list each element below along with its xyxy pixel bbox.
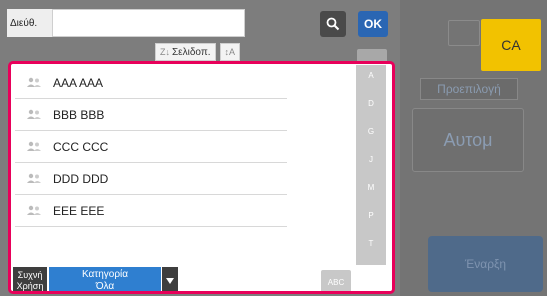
sort-az-icon: Z↓ [160, 47, 170, 57]
sort-alpha-icon: ↕A [224, 47, 236, 57]
chevron-down-icon [166, 277, 174, 284]
index-letter-d[interactable]: D [356, 99, 386, 108]
sort-alpha-button[interactable]: ↕A [219, 43, 241, 61]
group-icon [27, 173, 41, 183]
ok-button[interactable]: OK [358, 11, 388, 37]
frequent-use-button[interactable]: Συχνή Χρήση [13, 267, 47, 291]
index-letter-a[interactable]: A [356, 71, 386, 80]
background-auto-button: Αυτομ [412, 108, 524, 172]
background-tab: Προεπιλογή [420, 78, 518, 100]
abc-button[interactable]: ABC [321, 270, 351, 291]
contact-name: CCC CCC [53, 139, 109, 154]
address-label: Διεύθ. [7, 9, 52, 37]
search-icon [326, 17, 340, 31]
list-item[interactable]: AAA AAA [15, 67, 287, 99]
background-ghost-button [448, 20, 480, 46]
frequent-use-label-1: Συχνή [17, 269, 43, 280]
list-item[interactable]: BBB BBB [15, 99, 287, 131]
contact-name: BBB BBB [53, 107, 105, 122]
contact-name: EEE EEE [53, 203, 105, 218]
group-icon [27, 109, 41, 119]
contact-list: AAA AAA BBB BBB CCC CCC DDD DDD EEE EEE [15, 67, 287, 227]
search-button[interactable] [320, 11, 346, 37]
alphabet-index-bar[interactable]: A D G J M P T W [356, 65, 386, 274]
group-icon [27, 141, 41, 151]
sort-page-label: Σελιδοπ. [172, 46, 211, 58]
list-item[interactable]: EEE EEE [15, 195, 287, 227]
category-value: Όλα [95, 280, 115, 292]
list-item[interactable]: CCC CCC [15, 131, 287, 163]
category-dropdown-button[interactable] [162, 267, 178, 291]
scroll-tab [357, 49, 387, 61]
bottom-toolbar: Συχνή Χρήση Κατηγορία Όλα ABC [11, 267, 392, 292]
index-letter-g[interactable]: G [356, 127, 386, 136]
contact-name: DDD DDD [53, 171, 109, 186]
contact-name: AAA AAA [53, 75, 104, 90]
index-letter-m[interactable]: M [356, 183, 386, 192]
sort-page-button[interactable]: Z↓ Σελιδοπ. [155, 43, 216, 61]
group-icon [27, 205, 41, 215]
index-letter-j[interactable]: J [356, 155, 386, 164]
ca-button[interactable]: CA [481, 19, 541, 71]
sort-controls: Z↓ Σελιδοπ. ↕A [155, 43, 241, 61]
list-item[interactable]: DDD DDD [15, 163, 287, 195]
category-button[interactable]: Κατηγορία Όλα [49, 267, 161, 292]
background-start-button: Έναρξη [428, 236, 543, 292]
frequent-use-label-2: Χρήση [16, 280, 44, 291]
index-letter-p[interactable]: P [356, 211, 386, 220]
group-icon [27, 77, 41, 87]
address-input[interactable] [52, 9, 245, 37]
category-label: Κατηγορία [81, 268, 129, 280]
address-book-panel: AAA AAA BBB BBB CCC CCC DDD DDD EEE EEE … [8, 61, 395, 294]
index-letter-t[interactable]: T [356, 239, 386, 248]
